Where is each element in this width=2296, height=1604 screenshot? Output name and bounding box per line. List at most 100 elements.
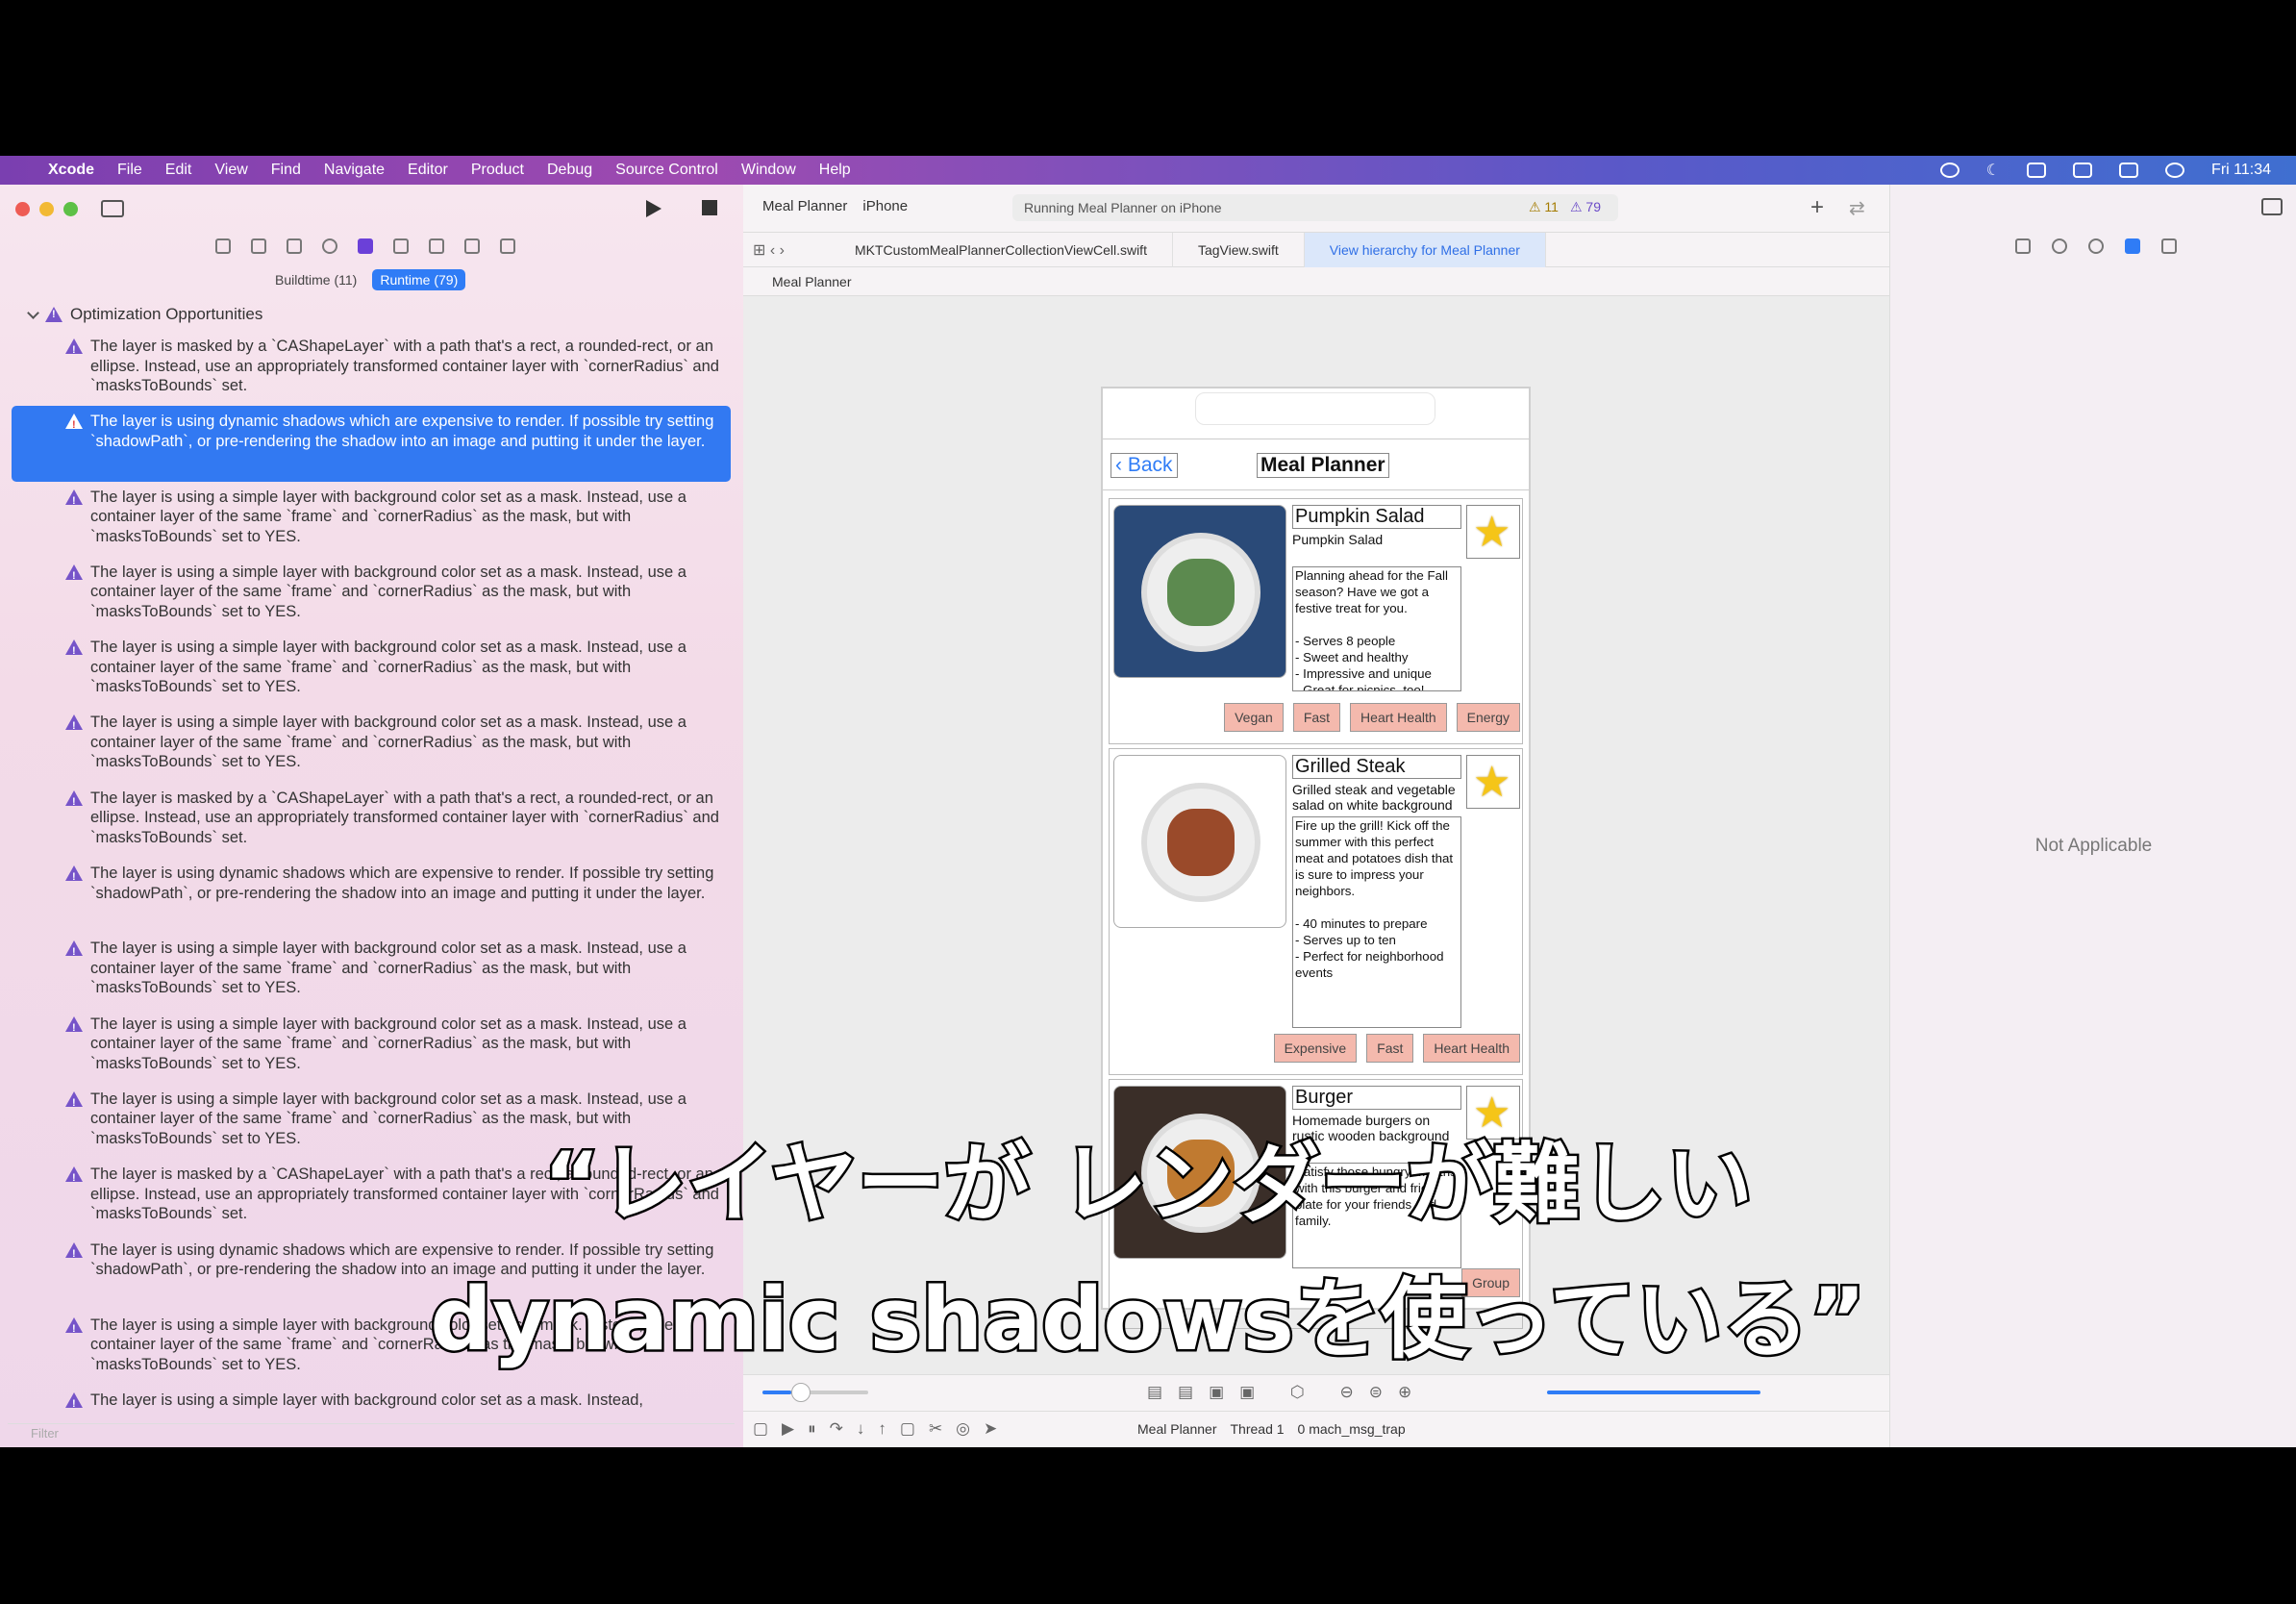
menu-edit[interactable]: Edit xyxy=(165,162,192,179)
runtime-issue-icon xyxy=(65,489,83,511)
tag-chip[interactable]: Heart Health xyxy=(1423,1034,1520,1063)
inspector-toggle-icon[interactable] xyxy=(2261,198,2283,215)
back-button[interactable]: ‹ Back xyxy=(1111,453,1178,478)
debug-bar: ▢▶⏸↷↓↑▢✂◎➤ Meal Planner Thread 1 0 mach_… xyxy=(743,1411,1889,1447)
tag-chip[interactable]: Fast xyxy=(1292,703,1341,732)
moon-icon[interactable]: ☾ xyxy=(1986,161,2000,180)
runtime-issue-icon xyxy=(65,1392,83,1415)
meal-description: Planning ahead for the Fall season? Have… xyxy=(1292,566,1461,691)
issue-row[interactable]: The layer is masked by a `CAShapeLayer` … xyxy=(12,331,731,406)
history-inspector-icon[interactable] xyxy=(2052,238,2067,254)
tag-chip[interactable]: Expensive xyxy=(1273,1034,1358,1063)
issue-row[interactable]: The layer is using a simple layer with b… xyxy=(12,482,731,557)
issue-text: The layer is masked by a `CAShapeLayer` … xyxy=(90,789,719,846)
sidebar-toggle-icon[interactable] xyxy=(101,200,124,217)
spacing-slider-fill xyxy=(762,1391,791,1394)
runtime-issue-icon xyxy=(65,1015,83,1038)
issue-row[interactable]: The layer is using dynamic shadows which… xyxy=(12,406,731,482)
add-icon[interactable]: + xyxy=(1810,194,1824,221)
meal-cell[interactable]: Pumpkin Salad Pumpkin Salad Planning ahead… xyxy=(1109,498,1523,744)
inspector-empty-text: Not Applicable xyxy=(2034,836,2153,856)
object-inspector-icon[interactable] xyxy=(2125,238,2140,254)
battery-icon[interactable] xyxy=(2073,163,2093,178)
favorite-button[interactable]: ★ xyxy=(1466,755,1520,809)
zoom-window-button[interactable] xyxy=(63,202,78,216)
meal-cell[interactable]: Grilled Steak Grilled steak and vegetable… xyxy=(1109,748,1523,1075)
debug-crumb-frame[interactable]: 0 mach_msg_trap xyxy=(1298,1421,1406,1437)
siri-icon[interactable] xyxy=(2165,163,2185,178)
file-inspector-icon[interactable] xyxy=(2015,238,2031,254)
issue-group-header[interactable]: Optimization Opportunities xyxy=(27,305,262,324)
menu-help[interactable]: Help xyxy=(819,162,851,179)
subtitle-line-1: “レイヤーが レンダーが難しい xyxy=(541,1132,1756,1238)
issue-row[interactable]: The layer is using a simple layer with b… xyxy=(12,933,731,1008)
range-slider[interactable] xyxy=(1547,1391,1760,1394)
help-inspector-icon[interactable] xyxy=(2088,238,2104,254)
warning-count-badge[interactable]: ⚠ 11 xyxy=(1529,199,1559,215)
issue-row[interactable]: The layer is using a simple layer with b… xyxy=(12,557,731,632)
find-navigator-icon[interactable] xyxy=(322,238,337,254)
menu-file[interactable]: File xyxy=(117,162,142,179)
tab-view-hierarchy[interactable]: View hierarchy for Meal Planner xyxy=(1304,232,1546,267)
stop-button[interactable] xyxy=(702,200,717,215)
menu-source-control[interactable]: Source Control xyxy=(615,162,718,179)
jump-bar-item[interactable]: Meal Planner xyxy=(772,274,852,289)
test-navigator-icon[interactable] xyxy=(393,238,409,254)
tag-chip[interactable]: Vegan xyxy=(1224,703,1284,732)
issue-row[interactable]: The layer is using a simple layer with b… xyxy=(12,707,731,782)
menu-window[interactable]: Window xyxy=(741,162,796,179)
display-icon[interactable] xyxy=(2027,163,2047,178)
tag-chip[interactable]: Energy xyxy=(1456,703,1520,732)
close-window-button[interactable] xyxy=(15,202,30,216)
tab-tagview-swift[interactable]: TagView.swift xyxy=(1173,232,1305,267)
disclosure-chevron-icon[interactable] xyxy=(27,306,39,319)
swap-icon[interactable]: ⇄ xyxy=(1849,196,1865,220)
tab-cell-swift[interactable]: MKTCustomMealPlannerCollectionViewCell.s… xyxy=(830,232,1173,267)
runtime-segment[interactable]: Runtime (79) xyxy=(372,269,466,290)
issue-row[interactable]: The layer is using a simple layer with b… xyxy=(12,632,731,707)
status-area: ☾ Fri 11:34 xyxy=(1939,156,2271,185)
minimize-window-button[interactable] xyxy=(39,202,54,216)
clock[interactable]: Fri 11:34 xyxy=(2211,162,2271,179)
runtime-issue-icon xyxy=(65,789,83,812)
navigator-toolbar xyxy=(0,185,743,233)
run-button[interactable] xyxy=(646,200,661,217)
scheme-name[interactable]: Meal Planner xyxy=(762,198,847,214)
debug-crumb-thread[interactable]: Thread 1 xyxy=(1231,1421,1285,1437)
filter-field[interactable]: Filter xyxy=(8,1423,735,1442)
menu-debug[interactable]: Debug xyxy=(547,162,592,179)
issue-row[interactable]: The layer is using dynamic shadows which… xyxy=(12,858,731,933)
tag-chip[interactable]: Fast xyxy=(1366,1034,1414,1063)
menu-navigate[interactable]: Navigate xyxy=(324,162,385,179)
grid-nav-icon[interactable]: ⊞ ‹ › xyxy=(753,240,830,260)
breakpoint-navigator-icon[interactable] xyxy=(464,238,480,254)
report-navigator-icon[interactable] xyxy=(500,238,515,254)
tag-chip[interactable]: Heart Health xyxy=(1350,703,1447,732)
debug-controls-icons[interactable]: ▢▶⏸↷↓↑▢✂◎➤ xyxy=(753,1419,1011,1439)
project-navigator-icon[interactable] xyxy=(215,238,231,254)
device-name[interactable]: iPhone xyxy=(862,198,908,214)
scheme-selector[interactable]: Meal Planner iPhone xyxy=(762,198,908,214)
issue-row[interactable]: The layer is masked by a `CAShapeLayer` … xyxy=(12,783,731,858)
debug-navigator-icon[interactable] xyxy=(429,238,444,254)
source-control-navigator-icon[interactable] xyxy=(251,238,266,254)
runtime-issue-badge[interactable]: ⚠ 79 xyxy=(1570,199,1601,215)
record-status-icon[interactable] xyxy=(1939,163,1959,178)
issue-navigator-icon[interactable] xyxy=(358,238,373,254)
favorite-button[interactable]: ★ xyxy=(1466,505,1520,559)
editor-tab-bar: ⊞ ‹ › MKTCustomMealPlannerCollectionView… xyxy=(743,232,1889,267)
symbol-navigator-icon[interactable] xyxy=(287,238,302,254)
debug-crumb-app[interactable]: Meal Planner xyxy=(1137,1421,1217,1437)
size-inspector-icon[interactable] xyxy=(2161,238,2177,254)
issue-text: The layer is using a simple layer with b… xyxy=(90,714,686,771)
view-mode-icons[interactable]: ▤▤▣▣ ⬡ ⊖⊜⊕ xyxy=(1147,1383,1427,1402)
control-center-icon[interactable] xyxy=(2119,163,2139,178)
menu-app[interactable]: Xcode xyxy=(48,162,94,179)
spacing-slider-knob[interactable] xyxy=(791,1383,811,1402)
menu-find[interactable]: Find xyxy=(271,162,301,179)
menu-product[interactable]: Product xyxy=(471,162,524,179)
issue-row[interactable]: The layer is using a simple layer with b… xyxy=(12,1009,731,1084)
menu-editor[interactable]: Editor xyxy=(408,162,448,179)
menu-view[interactable]: View xyxy=(214,162,247,179)
buildtime-segment[interactable]: Buildtime (11) xyxy=(267,269,364,290)
